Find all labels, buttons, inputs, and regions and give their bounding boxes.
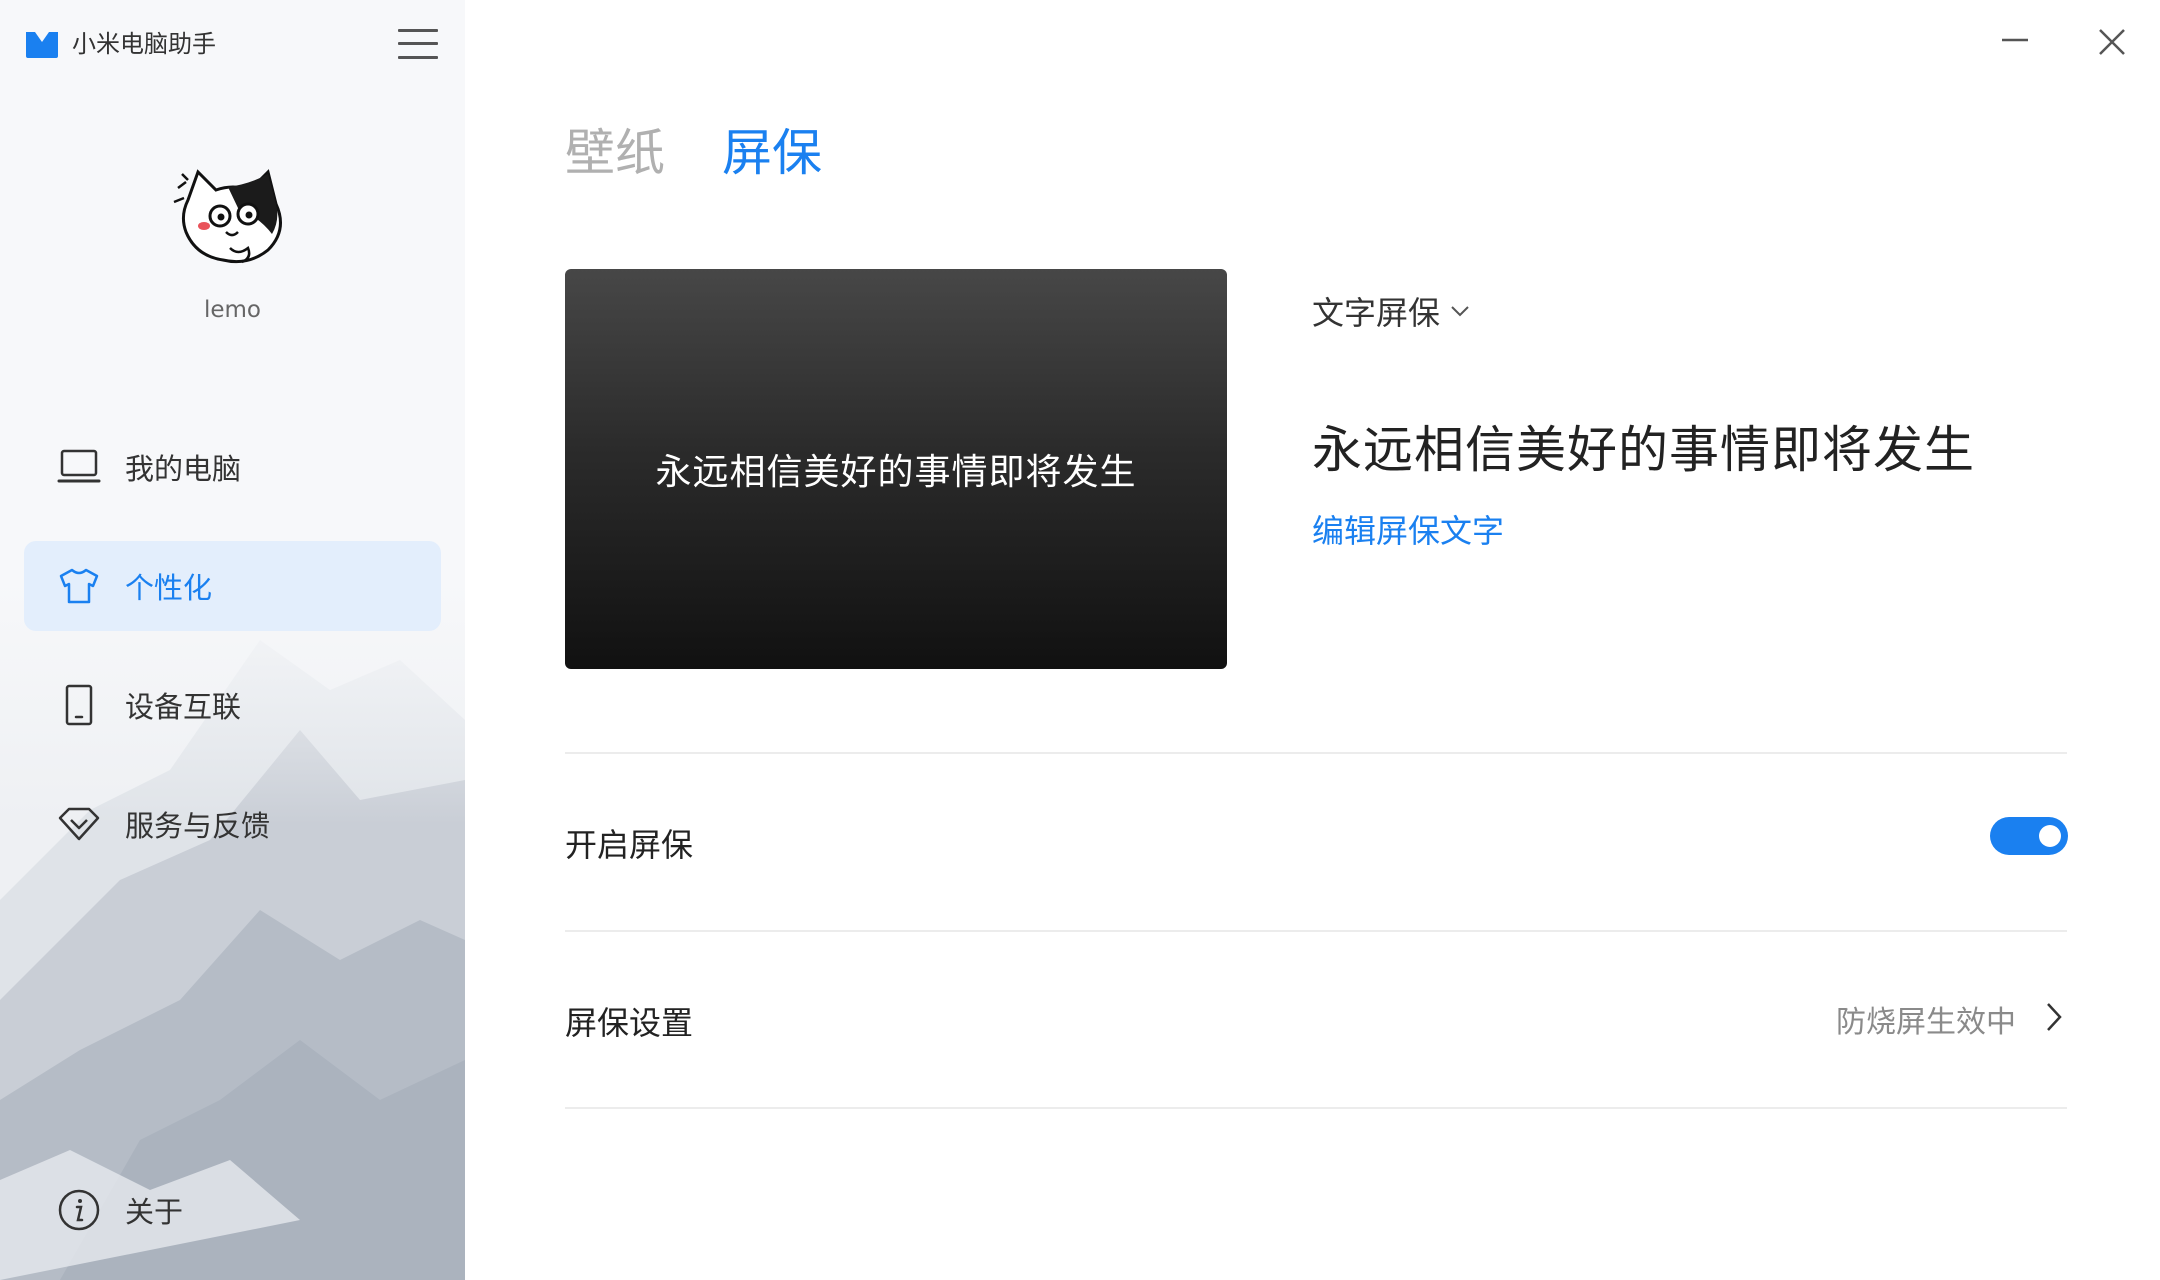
close-icon[interactable] xyxy=(2092,22,2132,62)
screensaver-current-text: 永远相信美好的事情即将发生 xyxy=(1312,421,1975,479)
tshirt-icon xyxy=(57,564,101,608)
sidebar-item-label: 个性化 xyxy=(125,571,213,605)
edit-screensaver-text-link[interactable]: 编辑屏保文字 xyxy=(1312,506,1504,552)
screensaver-settings-status: 防烧屏生效中 xyxy=(1836,1005,2016,1040)
app-title: 小米电脑助手 xyxy=(72,30,216,58)
app-logo-icon xyxy=(26,32,58,58)
preview-text: 永远相信美好的事情即将发生 xyxy=(655,452,1137,493)
info-icon xyxy=(57,1188,101,1232)
toggle-knob xyxy=(2039,825,2061,847)
tab-wallpaper[interactable]: 壁纸 xyxy=(565,118,665,188)
screensaver-type-dropdown[interactable]: 文字屏保 xyxy=(1312,288,1470,334)
sidebar-item-label: 服务与反馈 xyxy=(125,809,271,843)
avatar[interactable] xyxy=(168,160,298,290)
sidebar-item-service-feedback[interactable]: 服务与反馈 xyxy=(24,779,441,869)
sidebar-item-label: 我的电脑 xyxy=(125,452,242,486)
chevron-right-icon[interactable] xyxy=(2040,1000,2068,1034)
screensaver-type-label: 文字屏保 xyxy=(1312,294,1441,332)
tab-screensaver[interactable]: 屏保 xyxy=(722,118,822,188)
screensaver-settings-label[interactable]: 屏保设置 xyxy=(565,998,693,1044)
sidebar-item-about[interactable]: 关于 xyxy=(24,1165,183,1255)
username: lemo xyxy=(203,297,262,323)
divider xyxy=(565,1107,2067,1109)
diamond-icon xyxy=(57,802,101,846)
sidebar: 小米电脑助手 lemo 我的电脑 个性化 设备互联 服务与反馈 关于 xyxy=(0,0,465,1280)
sidebar-item-label: 关于 xyxy=(125,1195,184,1229)
enable-screensaver-label: 开启屏保 xyxy=(565,826,694,864)
tablet-icon xyxy=(57,683,101,727)
enable-screensaver-toggle[interactable] xyxy=(1990,817,2068,855)
laptop-icon xyxy=(57,445,101,489)
sidebar-item-my-computer[interactable]: 我的电脑 xyxy=(24,422,441,512)
divider xyxy=(565,930,2067,932)
minimize-icon[interactable] xyxy=(1998,22,2032,56)
hamburger-menu-icon[interactable] xyxy=(396,26,440,62)
sidebar-item-device-connect[interactable]: 设备互联 xyxy=(24,660,441,750)
chevron-down-icon xyxy=(1451,306,1469,317)
divider xyxy=(565,752,2067,754)
sidebar-item-personalization[interactable]: 个性化 xyxy=(24,541,441,631)
sidebar-item-label: 设备互联 xyxy=(125,690,242,724)
screensaver-preview: 永远相信美好的事情即将发生 xyxy=(565,269,1227,669)
